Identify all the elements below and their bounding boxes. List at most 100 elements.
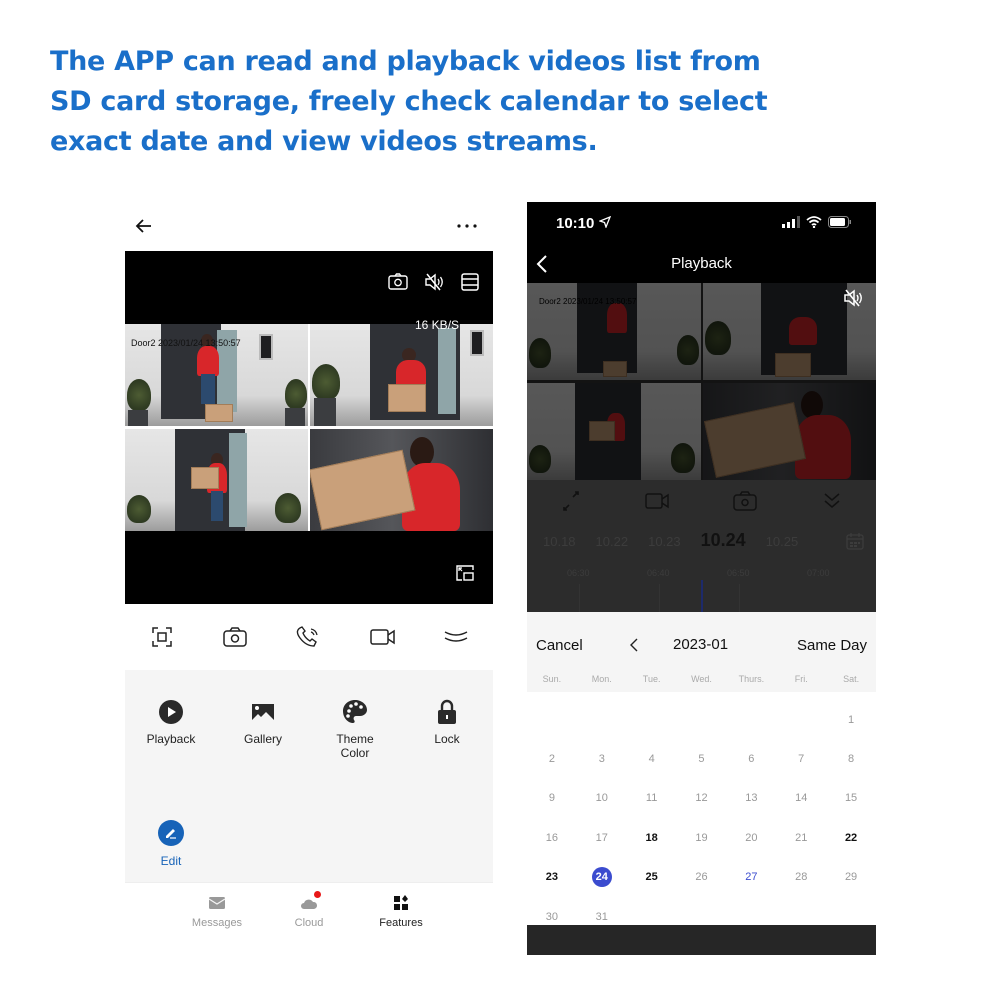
calendar-day[interactable]: 18 [627,818,677,857]
more-horizontal-icon[interactable] [455,215,479,237]
envelope-icon [208,895,226,911]
palette-icon [341,698,369,726]
focus-frame-icon[interactable] [149,624,175,650]
calendar-day[interactable]: 9 [527,779,577,818]
live-view-screen: 16 KB/S Door2 2023/01/24 13:50:57 Playba… [125,205,493,940]
video-record-icon[interactable] [645,490,671,512]
tab-messages[interactable]: Messages [182,895,252,929]
calendar-day[interactable]: 10 [577,779,627,818]
weekday-label: Tue. [642,674,661,684]
split-view-icon[interactable] [459,271,481,293]
same-day-button[interactable]: Same Day [797,637,867,654]
calendar-day[interactable]: 21 [776,818,826,857]
tab-label: Cloud [294,917,324,929]
date-chip[interactable]: 10.23 [648,534,681,549]
chevron-left-icon[interactable] [627,636,641,654]
calendar-day[interactable]: 16 [527,818,577,857]
date-chip[interactable]: 10.22 [596,534,629,549]
calendar-day[interactable]: 24 [577,858,627,897]
calendar-day[interactable]: 2 [527,739,577,778]
calendar-day[interactable]: 12 [677,779,727,818]
calendar-day[interactable]: 6 [726,739,776,778]
headline-line: SD card storage, freely check calendar t… [50,86,768,117]
modal-dim-overlay [527,283,876,480]
calendar-day[interactable]: 5 [677,739,727,778]
calendar-day[interactable]: 26 [677,858,727,897]
calendar-day[interactable]: 29 [826,858,876,897]
camera-icon[interactable] [222,624,248,650]
headline-line: The APP can read and playback videos lis… [50,46,761,77]
feature-playback[interactable]: Playback [125,698,217,760]
calendar-day[interactable]: 4 [627,739,677,778]
date-picker-sheet: Cancel 2023-01 Same Day Sun. Mon. Tue. Wed.… [527,612,876,925]
date-chip[interactable]: 10.25 [766,534,799,549]
calendar-day[interactable]: 17 [577,818,627,857]
calendar-day[interactable]: 7 [776,739,826,778]
feature-theme-color[interactable]: Theme Color [309,698,401,760]
chevron-double-down-icon[interactable] [443,624,469,650]
calendar-day[interactable]: 27 [726,858,776,897]
video-quad-grid: Door2 2023/01/24 13:50:57 [125,324,493,531]
edit-label: Edit [160,854,182,868]
playback-video-player[interactable]: Door2 2023/01/24 13:50:57 [527,283,876,480]
calendar-day[interactable]: 1 [826,700,876,739]
video-frame [125,429,308,531]
picture-in-picture-icon[interactable] [455,564,475,582]
battery-icon [828,216,851,228]
location-arrow-icon [597,215,611,229]
calendar-day[interactable]: 28 [776,858,826,897]
calendar-day[interactable]: 23 [527,858,577,897]
calendar-day[interactable]: 20 [726,818,776,857]
video-record-icon[interactable] [369,624,396,650]
calendar-day[interactable]: 11 [627,779,677,818]
speaker-muted-icon[interactable] [842,288,864,308]
date-chip[interactable]: 10.24 [701,530,746,551]
features-panel: Playback Gallery Theme Color Lock Edit [125,670,493,882]
calendar-day[interactable]: 13 [726,779,776,818]
calendar-icon[interactable] [846,532,864,550]
weekday-label: Sun. [542,674,562,684]
chevron-double-down-icon[interactable] [819,490,845,512]
feature-gallery[interactable]: Gallery [217,698,309,760]
weekday-header: Sun. Mon. Tue. Wed. Thurs. Fri. Sat. [527,674,876,684]
calendar-day[interactable]: 8 [826,739,876,778]
calendar-day[interactable]: 22 [826,818,876,857]
camera-rotate-icon[interactable] [387,271,409,293]
notification-badge [314,891,321,898]
empty-day-cell [776,700,826,739]
grid-icon [392,895,410,911]
signal-icon [782,216,800,228]
calendar-day[interactable]: 14 [776,779,826,818]
bottom-tab-bar: Messages Cloud Features [125,882,493,940]
playback-screen: 10:10 Playback Door2 2023/01/24 13:50:57… [527,202,876,955]
empty-day-cell [577,700,627,739]
feature-label: Playback [146,732,196,746]
month-label: 2023-01 [673,636,729,653]
video-frame [310,324,493,426]
arrow-left-icon[interactable] [133,215,155,237]
date-chip[interactable]: 10.18 [543,534,576,549]
timeline-cursor[interactable] [701,580,703,612]
calendar-day[interactable]: 15 [826,779,876,818]
timeline-gridline [739,584,740,612]
empty-day-cell [677,700,727,739]
calendar-day[interactable]: 25 [627,858,677,897]
feature-lock[interactable]: Lock [401,698,493,760]
edit-button[interactable]: Edit [155,820,187,868]
calendar-day[interactable]: 19 [677,818,727,857]
timeline-tick-label: 06:50 [727,568,750,578]
expand-icon[interactable] [558,490,584,512]
calendar-day[interactable]: 3 [577,739,627,778]
cancel-button[interactable]: Cancel [536,637,583,654]
tab-features[interactable]: Features [366,895,436,929]
playback-controls: 10.18 10.22 10.23 10.24 10.25 06:30 06:40 06:5… [527,480,876,612]
date-picker-header: Cancel 2023-01 Same Day Sun. Mon. Tue. Wed.… [527,612,876,692]
camera-icon[interactable] [732,490,758,512]
tab-cloud[interactable]: Cloud [274,891,344,929]
speaker-muted-icon[interactable] [423,271,445,293]
video-frame: Door2 2023/01/24 13:50:57 [125,324,308,426]
phone-call-icon[interactable] [296,624,322,650]
top-bar [125,205,493,251]
live-video-player[interactable]: 16 KB/S Door2 2023/01/24 13:50:57 [125,251,493,604]
empty-day-cell [726,700,776,739]
